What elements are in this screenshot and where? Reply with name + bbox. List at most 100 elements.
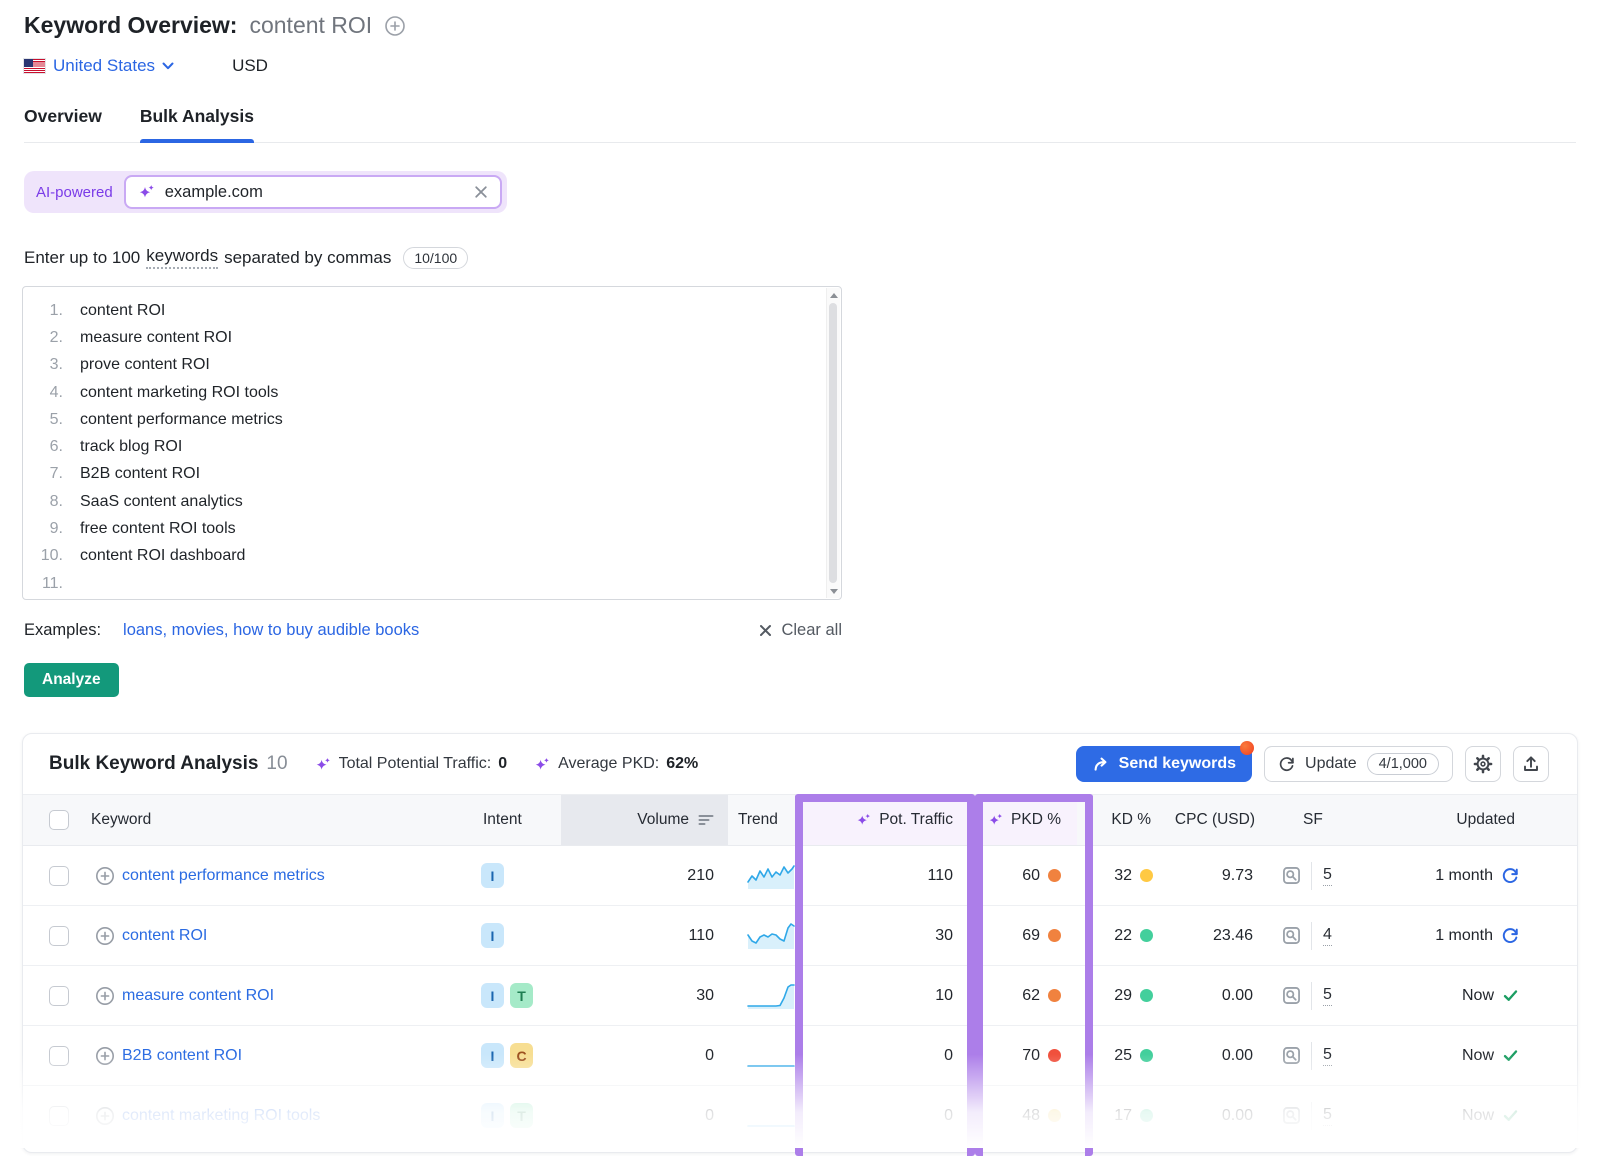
export-button[interactable] (1513, 746, 1549, 782)
col-intent[interactable]: Intent (483, 811, 522, 829)
keyword-counter-badge: 10/100 (403, 247, 468, 269)
keyword-link[interactable]: content marketing ROI tools (122, 1107, 320, 1125)
kd-value: 25 (1114, 1047, 1132, 1065)
add-keyword-icon[interactable] (95, 986, 115, 1006)
card-actions: Send keywords Update 4/1,000 (1076, 746, 1549, 782)
sf-value[interactable]: 5 (1323, 866, 1332, 886)
bulk-table: Keyword Intent Volume Trend Pot. Traffic… (23, 794, 1577, 1146)
intent-badge-I[interactable]: I (481, 863, 504, 888)
clear-domain-icon[interactable] (474, 185, 488, 199)
serp-features-icon[interactable] (1281, 985, 1302, 1006)
table-row: measure content ROI IT 30 10 62 29 0.00 … (23, 966, 1577, 1026)
keywords-textarea[interactable]: 1.content ROI2.measure content ROI3.prov… (22, 286, 842, 600)
table-row: B2B content ROI IC 0 0 70 25 0.00 5 Now (23, 1026, 1577, 1086)
kd-value: 32 (1114, 867, 1132, 885)
updated-icon[interactable] (1501, 927, 1519, 945)
upload-icon (1521, 754, 1541, 774)
examples-row: Examples: loans, movies, how to buy audi… (24, 621, 842, 640)
close-icon (759, 624, 772, 637)
scroll-down-arrow[interactable] (827, 584, 840, 598)
intent-badge-T[interactable]: T (510, 1103, 533, 1128)
scrollbar-thumb[interactable] (829, 303, 837, 583)
row-checkbox[interactable] (49, 986, 69, 1006)
row-checkbox[interactable] (49, 1046, 69, 1066)
row-checkbox[interactable] (49, 926, 69, 946)
col-sf[interactable]: SF (1303, 811, 1323, 829)
analyze-button[interactable]: Analyze (24, 663, 119, 697)
pkd-value: 69 (1022, 927, 1040, 945)
updated-value: Now (1462, 987, 1494, 1005)
add-keyword-icon[interactable] (95, 1046, 115, 1066)
col-volume-sorted[interactable]: Volume (561, 795, 728, 845)
tab-overview[interactable]: Overview (24, 106, 102, 142)
updated-icon[interactable] (1502, 987, 1519, 1004)
col-trend[interactable]: Trend (738, 811, 778, 829)
add-keyword-icon[interactable] (95, 866, 115, 886)
examples-link[interactable]: loans, movies, how to buy audible books (123, 621, 419, 640)
updated-icon[interactable] (1502, 1107, 1519, 1124)
col-pkd[interactable]: PKD % (967, 795, 1077, 845)
updated-value: 1 month (1435, 867, 1493, 885)
keyword-link[interactable]: content ROI (122, 927, 207, 945)
bulk-keyword-analysis-card: Bulk Keyword Analysis 10 Total Potential… (22, 733, 1578, 1153)
keyword-line: 4.content marketing ROI tools (23, 379, 841, 406)
serp-features-icon[interactable] (1281, 925, 1302, 946)
col-kd[interactable]: KD % (1111, 811, 1151, 829)
country-selector[interactable]: United States (53, 56, 174, 76)
ai-sparkle-icon (138, 183, 156, 201)
intent-badge-C[interactable]: C (510, 1043, 533, 1068)
cpc-value: 0.00 (1222, 1107, 1253, 1125)
notification-dot (1240, 741, 1254, 755)
add-keyword-to-title-icon[interactable] (384, 15, 406, 37)
serp-features-icon[interactable] (1281, 1045, 1302, 1066)
sf-value[interactable]: 5 (1323, 986, 1332, 1006)
col-keyword[interactable]: Keyword (91, 811, 151, 829)
updated-icon[interactable] (1502, 1047, 1519, 1064)
serp-features-icon[interactable] (1281, 865, 1302, 886)
examples-label: Examples: (24, 621, 101, 640)
intent-badge-T[interactable]: T (510, 983, 533, 1008)
col-pot-traffic[interactable]: Pot. Traffic (801, 795, 967, 845)
pkd-value: 60 (1022, 867, 1040, 885)
col-cpc[interactable]: CPC (USD) (1175, 811, 1255, 829)
settings-button[interactable] (1465, 746, 1501, 782)
clear-all-button[interactable]: Clear all (759, 621, 842, 640)
send-keywords-button[interactable]: Send keywords (1076, 746, 1252, 782)
keyword-link[interactable]: measure content ROI (122, 987, 274, 1005)
tab-bulk-analysis[interactable]: Bulk Analysis (140, 106, 254, 142)
row-checkbox[interactable] (49, 1106, 69, 1126)
keywords-term-link[interactable]: keywords (146, 246, 218, 269)
cpc-value: 9.73 (1222, 867, 1253, 885)
col-updated[interactable]: Updated (1456, 811, 1515, 829)
sf-value[interactable]: 5 (1323, 1106, 1332, 1126)
serp-features-icon[interactable] (1281, 1105, 1302, 1126)
select-all-checkbox[interactable] (49, 810, 69, 830)
trend-sparkline (746, 1102, 796, 1130)
add-keyword-icon[interactable] (95, 1106, 115, 1126)
domain-input[interactable] (165, 183, 465, 202)
pkd-value: 62 (1022, 987, 1040, 1005)
updated-icon[interactable] (1501, 867, 1519, 885)
pot-traffic-value: 10 (935, 987, 953, 1005)
update-label: Update (1305, 755, 1357, 773)
intent-badge-I[interactable]: I (481, 1103, 504, 1128)
intent-badge-I[interactable]: I (481, 1043, 504, 1068)
keyword-link[interactable]: B2B content ROI (122, 1047, 242, 1065)
sf-value[interactable]: 5 (1323, 1046, 1332, 1066)
table-row: content marketing ROI tools IT 0 0 48 17… (23, 1086, 1577, 1146)
textarea-scrollbar[interactable] (826, 288, 840, 598)
intent-badge-I[interactable]: I (481, 983, 504, 1008)
intent-badges: IC (471, 1043, 561, 1068)
table-header-row: Keyword Intent Volume Trend Pot. Traffic… (23, 794, 1577, 846)
updated-value: 1 month (1435, 927, 1493, 945)
instruction-suffix: separated by commas (224, 248, 391, 268)
update-button[interactable]: Update 4/1,000 (1264, 746, 1453, 782)
scroll-up-arrow[interactable] (827, 288, 840, 302)
row-checkbox[interactable] (49, 866, 69, 886)
keyword-link[interactable]: content performance metrics (122, 867, 325, 885)
kd-status-dot (1140, 1109, 1153, 1122)
keyword-line: 3.prove content ROI (23, 352, 841, 379)
sf-value[interactable]: 4 (1323, 926, 1332, 946)
intent-badge-I[interactable]: I (481, 923, 504, 948)
add-keyword-icon[interactable] (95, 926, 115, 946)
